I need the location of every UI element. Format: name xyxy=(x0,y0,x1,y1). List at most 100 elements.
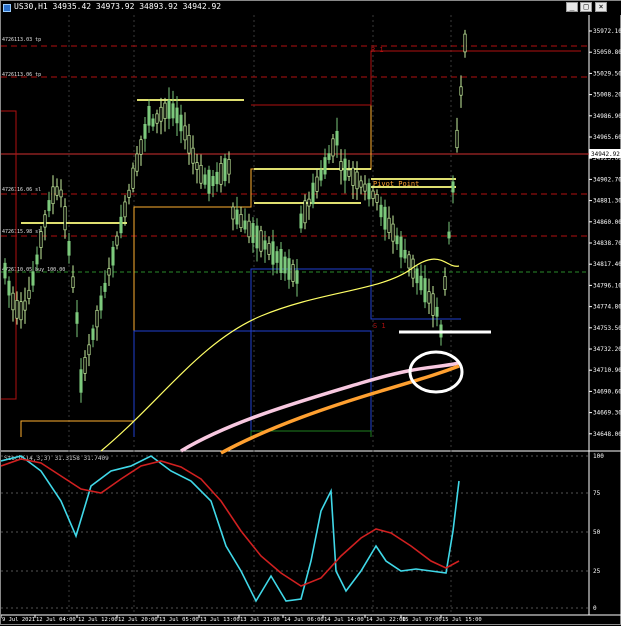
candle-body xyxy=(31,271,35,286)
candle-body xyxy=(455,129,459,149)
candle-body xyxy=(227,159,231,175)
candle-body xyxy=(51,186,55,205)
candle-body xyxy=(259,230,263,252)
candle-body xyxy=(11,292,15,311)
candle-body xyxy=(47,200,51,212)
candle-body xyxy=(267,243,271,255)
time-tick-label: 15 Jul 07:00 xyxy=(402,617,442,623)
candle-body xyxy=(147,105,151,126)
candle-body xyxy=(451,181,455,193)
candle-body xyxy=(339,161,343,171)
candle-body xyxy=(367,183,371,200)
price-tick-label: 34838.70 xyxy=(593,240,621,247)
candle-body xyxy=(163,102,167,119)
price-tick-label: 34881.30 xyxy=(593,198,621,205)
price-tick-label: 34710.90 xyxy=(593,367,621,374)
price-tick-label: 34648.00 xyxy=(593,431,621,438)
candle-body xyxy=(119,216,123,234)
time-tick-label: 13 Jul 05:00 xyxy=(159,617,199,623)
time-tick-label: 14 Jul 22:00 xyxy=(366,617,406,623)
window-titlebar[interactable]: US30,H1 34935.42 34973.92 34893.92 34942… xyxy=(1,1,621,15)
candle-body xyxy=(23,300,27,311)
ma-orange xyxy=(220,364,460,455)
candle-body xyxy=(291,264,295,282)
candle-body xyxy=(335,130,339,146)
candle-body xyxy=(311,182,315,205)
price-chart[interactable]: 35972.10 35050.80 35029.50 35008.20 34986.90… xyxy=(1,1,621,626)
candle-body xyxy=(287,258,291,280)
ma-pink xyxy=(180,361,460,453)
candle-body xyxy=(63,206,67,231)
candle-body xyxy=(111,246,115,266)
candle-body xyxy=(91,328,95,340)
candle-body xyxy=(351,167,355,186)
candle-body xyxy=(443,276,447,290)
chart-window-icon xyxy=(3,4,11,12)
candle-body xyxy=(79,369,83,393)
maximize-button[interactable]: □ xyxy=(580,2,592,12)
price-tick-label: 34986.90 xyxy=(593,113,621,120)
current-price-label: 34942.92 xyxy=(591,151,620,158)
candle-body xyxy=(27,289,31,299)
candle-body xyxy=(131,167,135,189)
candle-body xyxy=(3,262,7,279)
candle-body xyxy=(95,309,99,328)
candle-body xyxy=(207,169,211,194)
candle-body xyxy=(371,190,375,199)
candle-body xyxy=(195,162,199,170)
order-level-label: 4726113.06 tp xyxy=(2,72,41,78)
candle-body xyxy=(219,163,223,185)
candle-body xyxy=(39,231,43,248)
candle-body xyxy=(187,134,191,154)
candle-body xyxy=(307,198,311,207)
candle-body xyxy=(427,291,431,304)
candle-body xyxy=(303,200,307,224)
candle-body xyxy=(179,114,183,132)
candle-body xyxy=(363,183,367,192)
price-tick-label: 34690.60 xyxy=(593,388,621,395)
order-level-label: 4726115.98 sl xyxy=(2,229,41,235)
candle-body xyxy=(359,180,363,188)
candle-body xyxy=(283,256,287,274)
candle-body xyxy=(135,153,139,172)
candle-body xyxy=(247,220,251,238)
candle-body xyxy=(43,214,47,228)
candle-body xyxy=(199,164,203,184)
time-tick-label: 13 Jul 13:00 xyxy=(200,617,240,623)
price-tick-label: 34753.50 xyxy=(593,325,621,332)
candle-body xyxy=(387,217,391,233)
candle-body xyxy=(83,357,87,374)
candle-body xyxy=(7,280,11,296)
pivot-step-orange xyxy=(20,50,461,437)
candle-body xyxy=(383,206,387,230)
candle-body xyxy=(447,231,451,239)
close-button[interactable]: × xyxy=(595,2,607,12)
minimize-button[interactable]: _ xyxy=(566,2,578,12)
candle-body xyxy=(15,300,19,319)
candle-body xyxy=(183,125,187,141)
chart-window: 35972.10 35050.80 35029.50 35008.20 34986.90… xyxy=(0,0,621,625)
candle-body xyxy=(171,103,175,119)
candle-body xyxy=(319,169,323,181)
candle-body xyxy=(255,225,259,249)
indicator-tick-label: 0 xyxy=(593,605,597,612)
indicator-tick-label: 75 xyxy=(593,490,601,497)
time-tick-label: 14 Jul 06:00 xyxy=(284,617,324,623)
candle-body xyxy=(435,306,439,317)
candle-body xyxy=(75,312,79,324)
candle-body xyxy=(19,301,23,321)
candle-body xyxy=(403,249,407,259)
candle-body xyxy=(143,123,147,139)
annotation-circle xyxy=(408,350,464,394)
time-tick-label: 12 Jul 12:00 xyxy=(78,617,118,623)
candle-body xyxy=(323,157,327,175)
price-tick-label: 34965.60 xyxy=(593,134,621,141)
resistance-step xyxy=(251,50,581,106)
window-title: US30,H1 34935.42 34973.92 34893.92 34942… xyxy=(14,2,221,11)
candle-body xyxy=(379,204,383,218)
candle-body xyxy=(239,214,243,228)
candle-body xyxy=(231,206,235,220)
time-tick-label: 12 Jul 20:00 xyxy=(118,617,158,623)
candle-body xyxy=(395,235,399,245)
time-tick-label: 9 Jul 2021 xyxy=(2,617,35,623)
